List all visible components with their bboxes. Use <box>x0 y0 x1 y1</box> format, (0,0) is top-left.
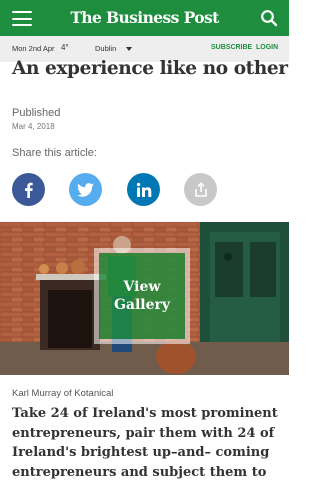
chevron-down-icon[interactable] <box>126 47 132 51</box>
share-label: Share this article: <box>12 147 97 159</box>
article-headline: An experience like no other <box>12 58 288 79</box>
login-link[interactable]: LOGIN <box>256 44 278 51</box>
published-label: Published <box>12 107 61 119</box>
temperature: 4° <box>61 43 69 52</box>
twitter-share-button[interactable] <box>69 173 102 206</box>
article-hero-image[interactable]: View Gallery <box>0 222 289 375</box>
twitter-icon <box>77 182 94 197</box>
search-icon[interactable] <box>260 9 278 27</box>
published-date: Mar 4, 2018 <box>12 122 55 131</box>
linkedin-share-button[interactable] <box>127 173 160 206</box>
facebook-share-button[interactable] <box>12 173 45 206</box>
current-date: Mon 2nd Apr <box>12 44 55 53</box>
subscribe-link[interactable]: SUBSCRIBE <box>211 44 252 51</box>
share-icon <box>194 181 207 197</box>
view-gallery-label: View Gallery <box>113 279 171 313</box>
article-lede: Take 24 of Ireland's most prominent entr… <box>12 406 278 480</box>
photo-credit: Karl Murray of Kotanical <box>12 388 114 399</box>
generic-share-button[interactable] <box>184 173 217 206</box>
city-selector[interactable]: Dublin <box>95 44 116 53</box>
site-logo[interactable]: The Business Post <box>0 8 289 27</box>
view-gallery-button[interactable]: View Gallery <box>94 248 190 344</box>
linkedin-icon <box>136 182 151 197</box>
facebook-icon <box>24 182 33 198</box>
top-bar: The Business Post <box>0 0 289 36</box>
